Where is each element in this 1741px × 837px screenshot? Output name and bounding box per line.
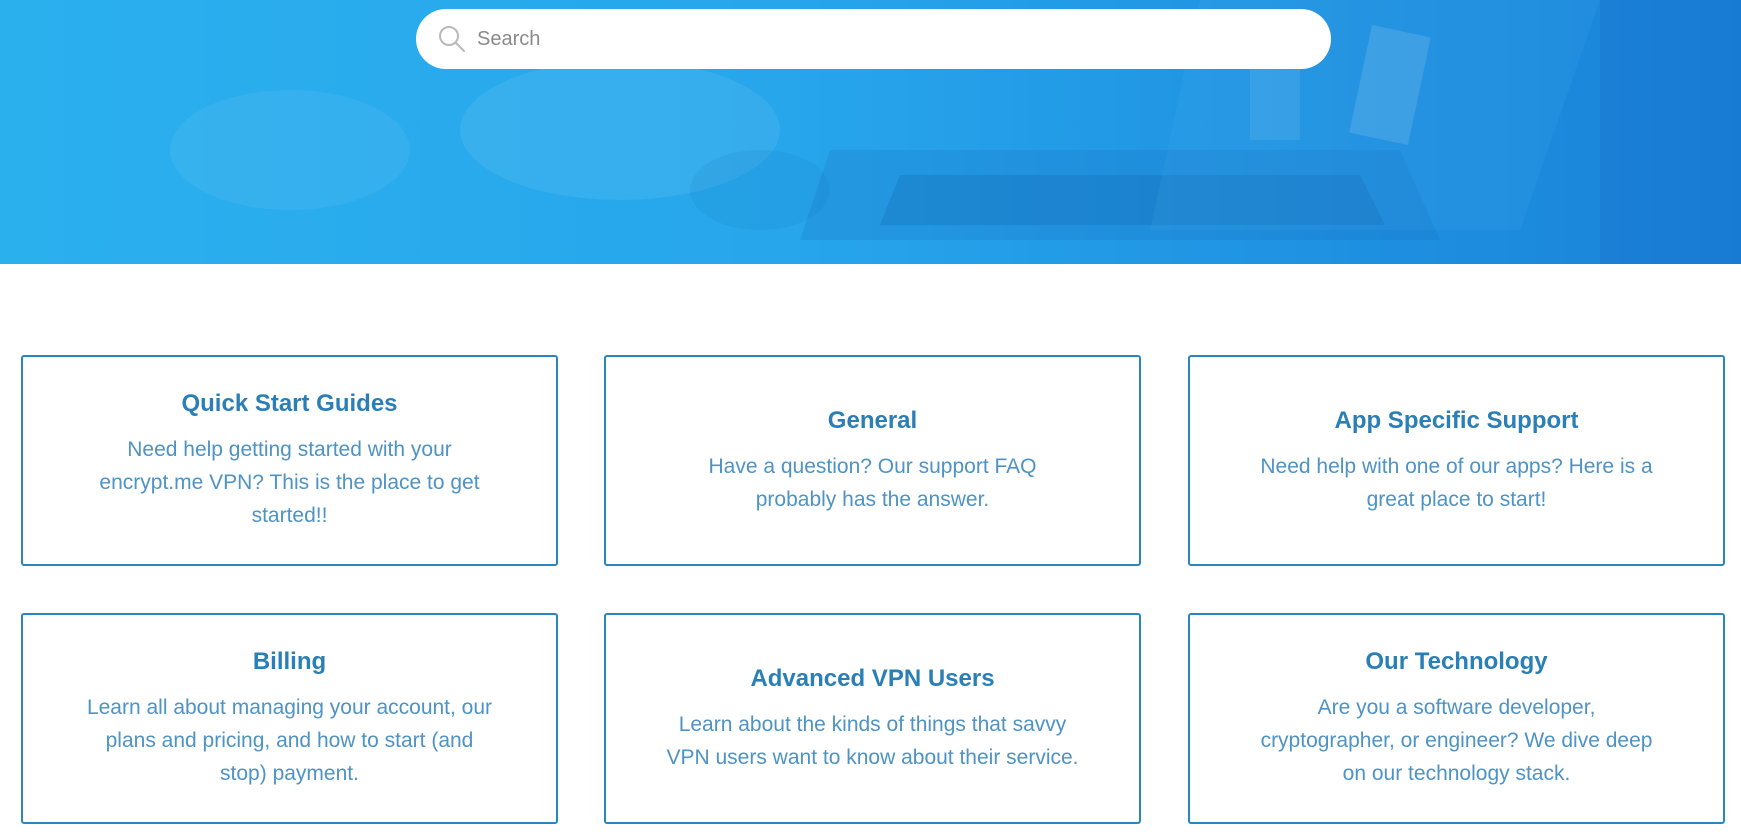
category-card-quick-start-guides[interactable]: Quick Start Guides Need help getting sta… [21,355,558,566]
card-description: Are you a software developer, cryptograp… [1260,696,1653,785]
search-bar[interactable] [416,9,1331,69]
card-description: Need help with one of our apps? Here is … [1260,454,1653,511]
card-description: Learn all about managing your account, o… [86,696,493,785]
search-icon [439,26,465,52]
card-title[interactable]: App Specific Support [1334,406,1578,436]
category-card-advanced-vpn-users[interactable]: Advanced VPN Users Learn about the kinds… [604,613,1141,824]
hero-banner [0,0,1741,264]
category-card-app-specific-support[interactable]: App Specific Support Need help with one … [1188,355,1725,566]
card-title[interactable]: General [828,406,917,436]
category-card-billing[interactable]: Billing Learn all about managing your ac… [21,613,558,824]
search-input[interactable] [477,9,1307,69]
card-title[interactable]: Billing [253,647,326,677]
card-title[interactable]: Quick Start Guides [181,389,397,419]
card-title[interactable]: Our Technology [1365,647,1547,677]
card-title[interactable]: Advanced VPN Users [750,664,994,694]
category-card-our-technology[interactable]: Our Technology Are you a software develo… [1188,613,1725,824]
card-description: Have a question? Our support FAQ probabl… [708,454,1037,511]
category-card-general[interactable]: General Have a question? Our support FAQ… [604,355,1141,566]
card-description: Need help getting started with your encr… [99,438,480,527]
card-description: Learn about the kinds of things that sav… [666,712,1079,769]
